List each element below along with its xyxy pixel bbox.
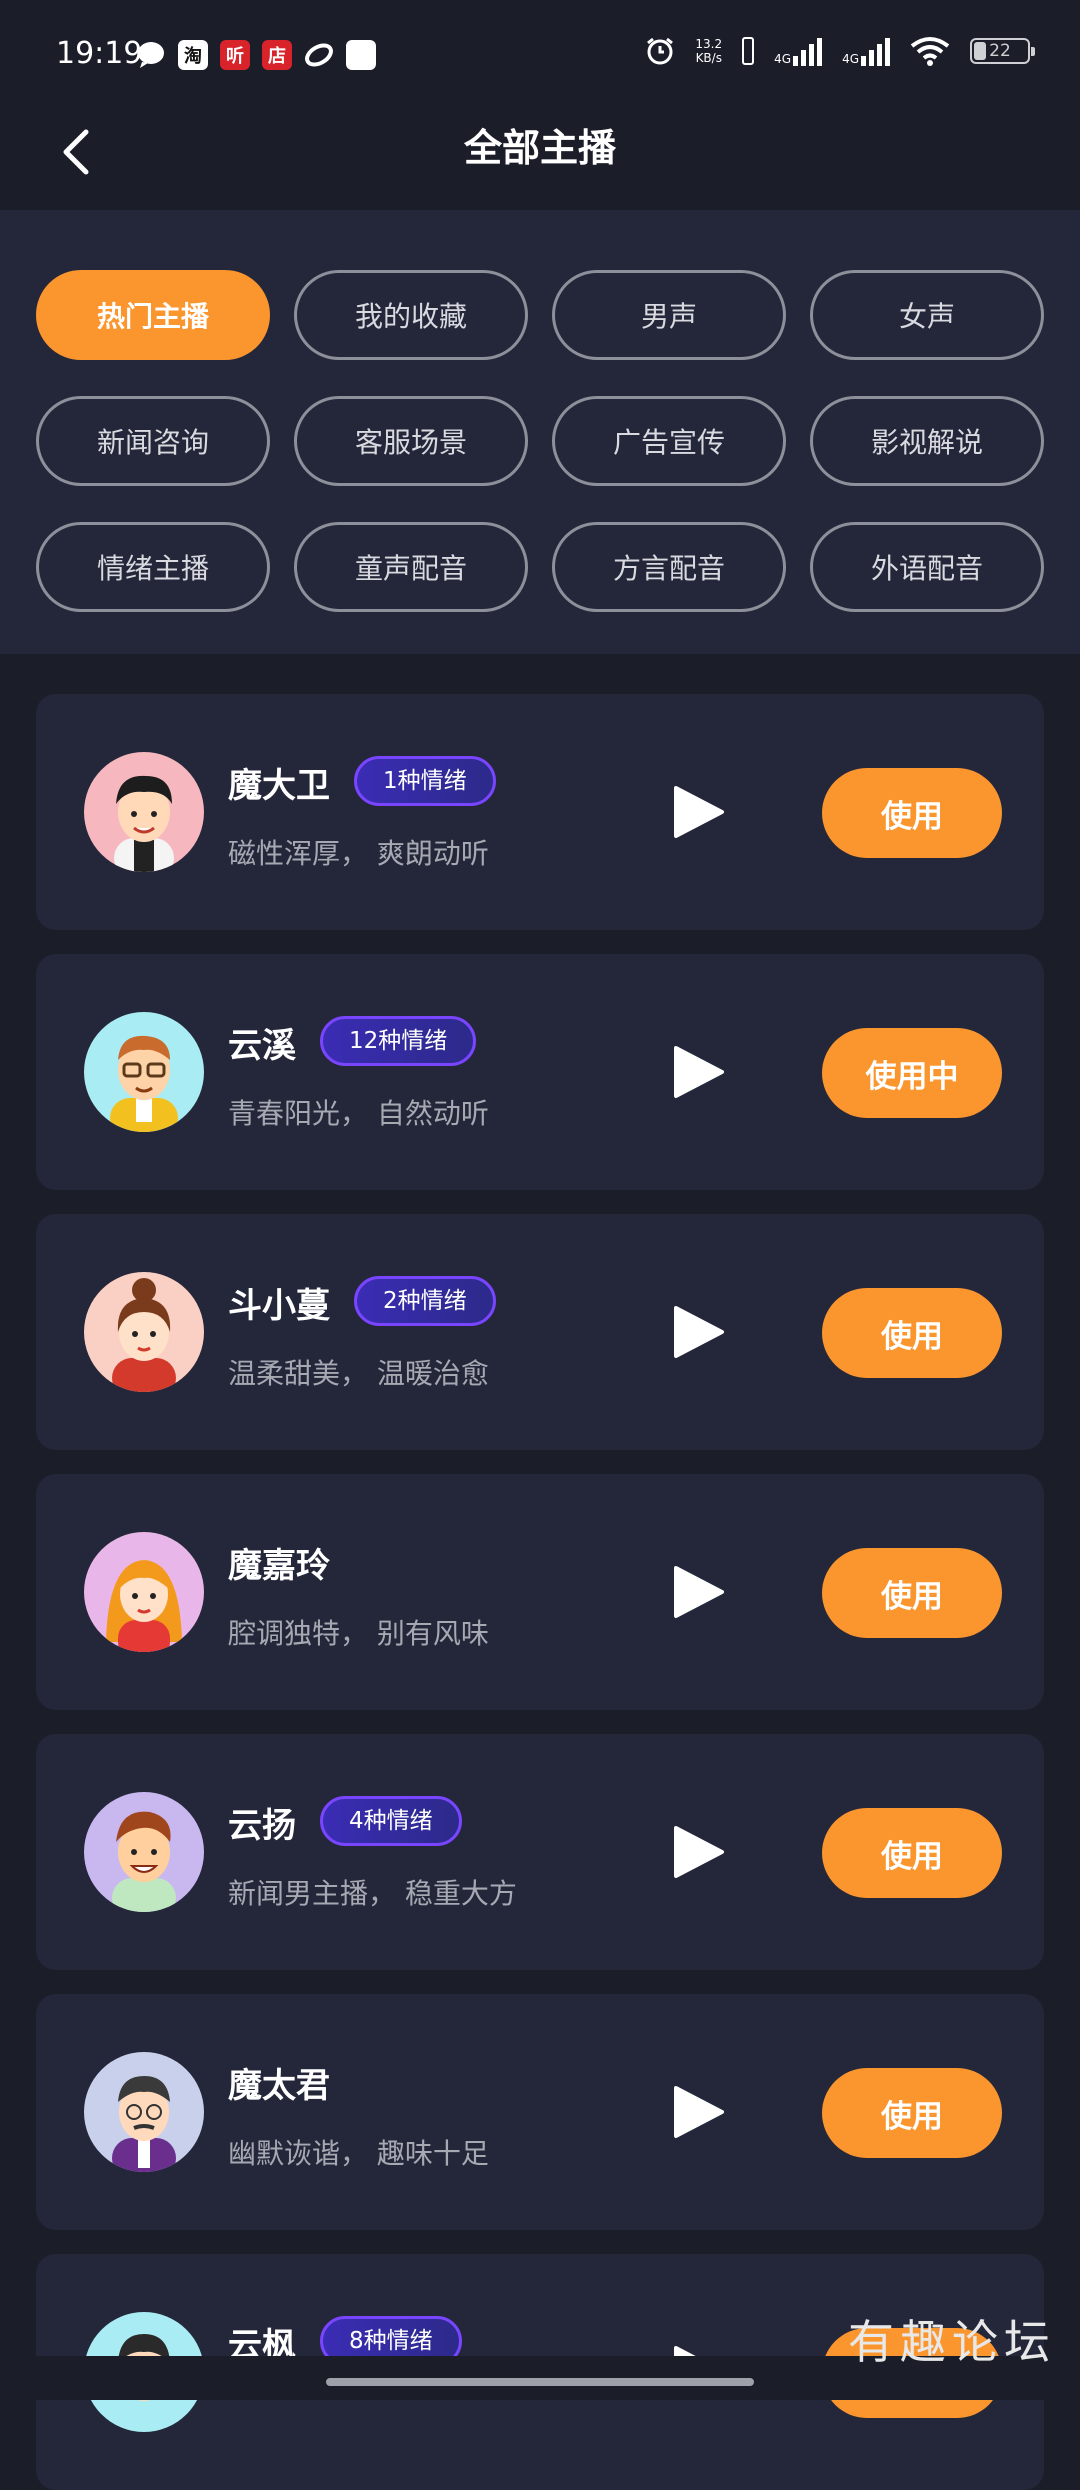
use-button[interactable]: 使用 xyxy=(822,768,1002,858)
use-button[interactable]: 使用 xyxy=(822,2068,1002,2158)
play-icon[interactable] xyxy=(668,782,728,842)
watermark: 有趣论坛 xyxy=(848,2315,1056,2369)
store-icon: 店 xyxy=(262,40,292,70)
sim-icon xyxy=(742,37,755,65)
anchor-name: 斗小蔓 xyxy=(228,1286,330,1326)
net-type-2: 4G xyxy=(842,52,859,66)
alarm-icon xyxy=(647,37,674,65)
net-speed: 13.2 KB/s xyxy=(695,37,722,65)
emotion-badge: 1种情绪 xyxy=(354,756,496,806)
play-icon[interactable] xyxy=(668,1562,728,1622)
anchor-name: 魔太君 xyxy=(228,2066,330,2106)
play-icon[interactable] xyxy=(668,1302,728,1362)
taobao-icon: 淘 xyxy=(178,40,208,70)
anchor-name: 云扬 xyxy=(228,1806,296,1846)
anchor-card[interactable]: 云扬 4种情绪 新闻男主播， 稳重大方 使用 xyxy=(36,1734,1044,1970)
signal-icon xyxy=(793,36,823,66)
status-bar: 19:19 淘 听 店 13.2 KB/s 4G 4G 22 xyxy=(0,0,1080,110)
battery-level: 22 xyxy=(989,41,1011,61)
avatar xyxy=(84,1012,204,1132)
use-button[interactable]: 使用 xyxy=(822,1548,1002,1638)
play-icon[interactable] xyxy=(668,1822,728,1882)
anchor-description: 磁性浑厚， 爽朗动听 xyxy=(228,837,489,870)
filter-chip-news[interactable]: 新闻咨询 xyxy=(36,396,270,486)
filter-chip-advertising[interactable]: 广告宣传 xyxy=(552,396,786,486)
link-icon xyxy=(305,43,333,67)
signal-2: 4G xyxy=(842,36,890,66)
status-system-icons: 13.2 KB/s 4G 4G 22 xyxy=(645,36,1035,66)
filter-chip-customer-service[interactable]: 客服场景 xyxy=(294,396,528,486)
header: 全部主播 xyxy=(0,110,1080,210)
page-title: 全部主播 xyxy=(463,126,616,170)
status-notification-icons: 淘 听 店 xyxy=(136,40,376,70)
filter-chip-film-commentary[interactable]: 影视解说 xyxy=(810,396,1044,486)
home-indicator[interactable] xyxy=(326,2378,754,2386)
listen-icon: 听 xyxy=(220,40,250,70)
play-icon[interactable] xyxy=(668,1042,728,1102)
net-speed-unit: KB/s xyxy=(695,51,722,65)
play-icon[interactable] xyxy=(668,2082,728,2142)
avatar xyxy=(84,2052,204,2172)
anchor-card[interactable]: 云溪 12种情绪 青春阳光， 自然动听 使用中 xyxy=(36,954,1044,1190)
use-button[interactable]: 使用 xyxy=(822,1808,1002,1898)
emotion-badge: 12种情绪 xyxy=(320,1016,477,1066)
square-icon xyxy=(346,40,376,70)
use-button[interactable]: 使用中 xyxy=(822,1028,1002,1118)
message-icon xyxy=(138,42,164,68)
filter-chip-favorites[interactable]: 我的收藏 xyxy=(294,270,528,360)
battery-icon: 22 xyxy=(970,38,1035,64)
anchor-card[interactable]: 魔嘉玲 腔调独特， 别有风味 使用 xyxy=(36,1474,1044,1710)
emotion-badge: 2种情绪 xyxy=(354,1276,496,1326)
wifi-icon xyxy=(910,37,950,66)
anchor-description: 温柔甜美， 温暖治愈 xyxy=(228,1357,489,1390)
category-filter-panel: 热门主播 我的收藏 男声 女声 新闻咨询 客服场景 广告宣传 影视解说 情绪主播… xyxy=(0,210,1080,654)
use-button[interactable]: 使用 xyxy=(822,1288,1002,1378)
filter-chip-female[interactable]: 女声 xyxy=(810,270,1044,360)
signal-icon xyxy=(861,36,890,66)
net-speed-value: 13.2 xyxy=(695,37,723,51)
anchor-name: 云溪 xyxy=(228,1026,296,1066)
net-type-1: 4G xyxy=(774,52,792,66)
anchor-name: 魔嘉玲 xyxy=(228,1546,330,1586)
anchor-card[interactable]: 斗小蔓 2种情绪 温柔甜美， 温暖治愈 使用 xyxy=(36,1214,1044,1450)
avatar xyxy=(84,1532,204,1652)
avatar xyxy=(84,752,204,872)
filter-chip-emotion[interactable]: 情绪主播 xyxy=(36,522,270,612)
filter-chip-hot[interactable]: 热门主播 xyxy=(36,270,270,360)
anchor-card[interactable]: 魔太君 幽默诙谐， 趣味十足 使用 xyxy=(36,1994,1044,2230)
status-time: 19:19 xyxy=(56,36,143,71)
avatar xyxy=(84,1792,204,1912)
avatar xyxy=(84,1272,204,1392)
filter-chip-foreign-language[interactable]: 外语配音 xyxy=(810,522,1044,612)
anchor-description: 腔调独特， 别有风味 xyxy=(228,1617,489,1650)
filter-chip-male[interactable]: 男声 xyxy=(552,270,786,360)
emotion-badge: 4种情绪 xyxy=(320,1796,462,1846)
anchor-name: 魔大卫 xyxy=(228,766,330,806)
anchor-description: 青春阳光， 自然动听 xyxy=(228,1097,489,1130)
anchor-description: 幽默诙谐， 趣味十足 xyxy=(228,2137,489,2170)
signal-1: 4G xyxy=(774,36,823,66)
anchor-card[interactable]: 魔大卫 1种情绪 磁性浑厚， 爽朗动听 使用 xyxy=(36,694,1044,930)
anchor-description: 新闻男主播， 稳重大方 xyxy=(228,1877,517,1910)
filter-chip-child-voice[interactable]: 童声配音 xyxy=(294,522,528,612)
filter-chip-dialect[interactable]: 方言配音 xyxy=(552,522,786,612)
